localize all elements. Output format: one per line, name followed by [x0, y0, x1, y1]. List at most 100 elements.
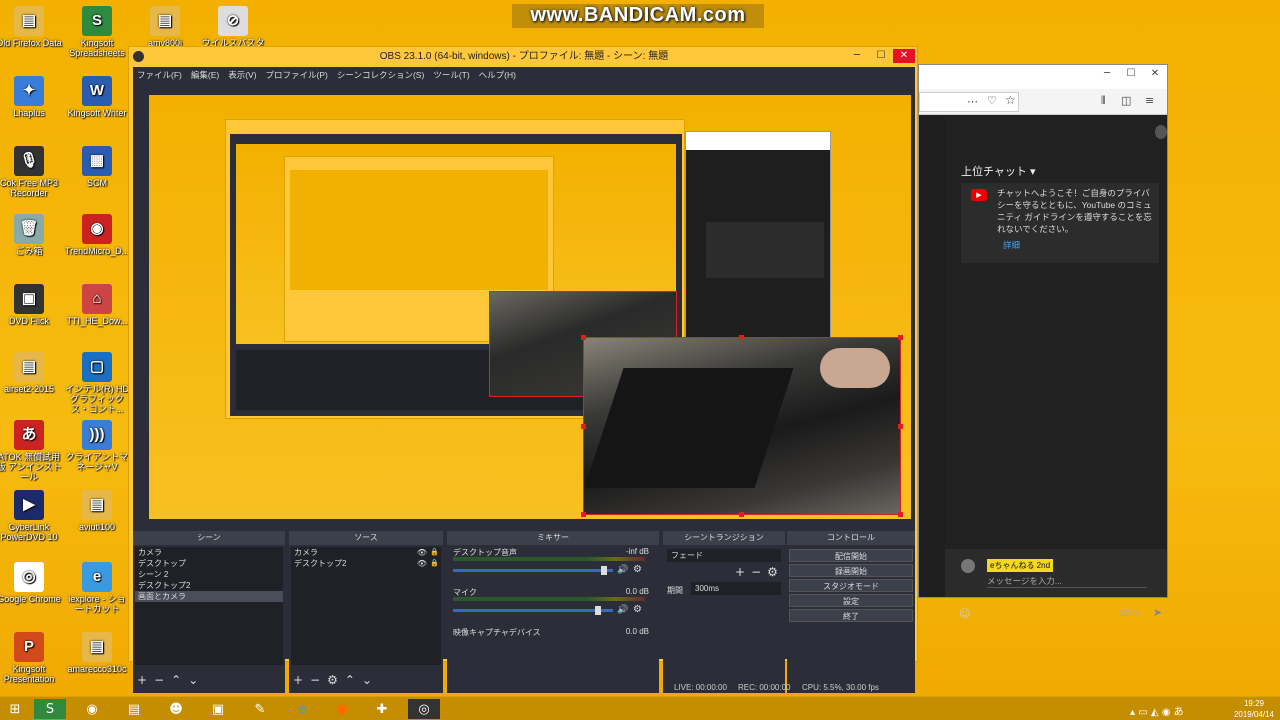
transitions-dock: シーントランジション フェード + − ⚙ 期間 300ms: [663, 531, 785, 693]
desktop-icon[interactable]: ◉ TrendMicro_D...: [64, 214, 130, 256]
gear-icon[interactable]: ⚙: [633, 604, 642, 615]
obs-icon[interactable]: ◎: [408, 699, 440, 719]
speaker-icon[interactable]: 🔊: [617, 565, 628, 575]
control-button[interactable]: スタジオモード: [789, 579, 913, 592]
menu-item[interactable]: 表示(V): [228, 69, 256, 81]
library-icon[interactable]: ⫴: [1101, 94, 1106, 108]
preview-canvas[interactable]: [149, 95, 911, 519]
scene-item[interactable]: シーン 2: [135, 569, 283, 580]
details-link[interactable]: 詳細: [997, 239, 1153, 251]
desktop-icon[interactable]: ▢ インテル(R) HD グラフィックス・コント...: [64, 352, 130, 414]
desktop-icon[interactable]: P Kingsoft Presentation: [0, 632, 62, 684]
sources-dock: ソース カメラ 👁 🔒 デスクトップ2 👁 🔒 + − ⚙ ⌃ ⌄: [289, 531, 443, 693]
folder-icon[interactable]: ▤: [118, 699, 150, 719]
tray-icons[interactable]: ▴ ▭ ◭ ◉ あ: [1130, 703, 1184, 718]
minimize-icon[interactable]: ─: [1095, 65, 1119, 83]
menu-item[interactable]: ファイル(F): [137, 69, 182, 81]
volume-slider[interactable]: [453, 566, 613, 575]
close-icon[interactable]: ✕: [1143, 65, 1167, 83]
desktop-icon[interactable]: ⌂ TTI_HE_Dow...: [64, 284, 130, 326]
message-input[interactable]: メッセージを入力...: [987, 575, 1147, 588]
control-button[interactable]: 終了: [789, 609, 913, 622]
bookmark-star-icon[interactable]: ☆: [1005, 93, 1016, 107]
rec-status: REC: 00:00:00: [738, 683, 791, 692]
emoji-icon[interactable]: ☺: [959, 607, 970, 620]
firefox-icon[interactable]: ●: [326, 699, 358, 719]
obs-window[interactable]: OBS 23.1.0 (64-bit, windows) - プロファイル: 無…: [128, 46, 918, 693]
menu-item[interactable]: ツール(T): [433, 69, 469, 81]
desktop-icon[interactable]: 🗑 ごみ箱: [0, 214, 62, 256]
maximize-icon[interactable]: ☐: [1119, 65, 1143, 83]
add-icon[interactable]: +: [735, 565, 745, 579]
desktop-icon[interactable]: ▣ DVD Flick: [0, 284, 62, 326]
speaker-icon[interactable]: 🔊: [617, 605, 628, 615]
volume-slider[interactable]: [453, 606, 613, 615]
spreadsheets-icon[interactable]: S: [34, 699, 66, 719]
start-button[interactable]: ⊞: [0, 699, 30, 719]
desktop-icon[interactable]: ✦ Lhaplus: [0, 76, 62, 118]
controls-header: コントロール: [787, 531, 915, 545]
control-button[interactable]: 録画開始: [789, 564, 913, 577]
desktop-icon-label: iexplore - ショートカット: [68, 594, 126, 614]
desktop-icon[interactable]: 🎙 Cok Free MP3 Recorder: [0, 146, 62, 198]
camera-source-selected[interactable]: [581, 335, 903, 517]
desktop-icon[interactable]: ▦ SCM: [64, 146, 130, 188]
desktop-icon[interactable]: ▤ Old Firefox Data: [0, 6, 62, 48]
desktop-icon[interactable]: ▶ CyberLink PowerDVD 10: [0, 490, 62, 542]
control-button[interactable]: 配信開始: [789, 549, 913, 562]
sources-list[interactable]: カメラ 👁 🔒 デスクトップ2 👁 🔒: [291, 547, 441, 665]
ie-icon[interactable]: e: [286, 699, 318, 719]
clock[interactable]: 19:29 2019/04/14: [1234, 698, 1274, 720]
gear-icon[interactable]: ⚙: [633, 564, 642, 575]
remove-icon[interactable]: −: [751, 565, 761, 579]
chat-mode-dropdown[interactable]: 上位チャット ▾: [961, 163, 1035, 179]
scene-item[interactable]: デスクトップ: [135, 558, 283, 569]
transition-select[interactable]: フェード: [667, 549, 781, 562]
desktop-icon[interactable]: ))) クライアントマネージャV: [64, 420, 130, 472]
browser-window[interactable]: ─ ☐ ✕ ⋯ ♡ ☆ ⫴ ◫ ≡ 上位チャット ▾ ▶ チャットへようこそ！ご…: [918, 64, 1168, 620]
send-icon[interactable]: ➤: [1153, 606, 1162, 619]
eye-icon[interactable]: 👁: [417, 547, 427, 558]
slider-handle[interactable]: [594, 606, 601, 615]
scenes-list[interactable]: カメラ デスクトップ シーン 2 デスクトップ2 画面とカメラ: [135, 547, 283, 665]
maximize-icon[interactable]: ☐: [869, 47, 893, 65]
desktop-icon[interactable]: あ ATOK 無償試用版 アンインストール: [0, 420, 62, 482]
scene-item[interactable]: 画面とカメラ: [135, 591, 283, 602]
close-icon[interactable]: ✕: [893, 49, 915, 63]
desktop-icon[interactable]: S Kingsoft Spreadsheets: [64, 6, 130, 58]
source-item[interactable]: デスクトップ2 👁 🔒: [291, 558, 441, 569]
cat-icon[interactable]: ☻: [160, 699, 192, 719]
gear-icon[interactable]: ⚙: [767, 565, 778, 579]
desktop-icon[interactable]: W Kingsoft Writer: [64, 76, 130, 118]
desktop-icon-label: CyberLink PowerDVD 10: [0, 522, 58, 542]
menu-item[interactable]: シーンコレクション(S): [337, 69, 424, 81]
source-item[interactable]: カメラ 👁 🔒: [291, 547, 441, 558]
desktop-icon[interactable]: ▤ airset2-2015: [0, 352, 62, 394]
settings-icon[interactable]: ✎: [244, 699, 276, 719]
desktop-icon[interactable]: ▤ aviutl100: [64, 490, 130, 532]
slider-handle[interactable]: [600, 566, 607, 575]
lock-icon[interactable]: 🔒: [430, 547, 439, 558]
puzzle-icon[interactable]: ✚: [366, 699, 398, 719]
desktop-icon[interactable]: ▤ amv800i: [132, 6, 198, 48]
network-icon[interactable]: ▣: [202, 699, 234, 719]
menu-item[interactable]: 編集(E): [191, 69, 219, 81]
more-icon[interactable]: ⋯: [967, 95, 978, 108]
clock-icon[interactable]: ◉: [76, 699, 108, 719]
menu-icon[interactable]: ≡: [1145, 94, 1154, 107]
sidebar-icon[interactable]: ◫: [1121, 94, 1131, 107]
lock-icon[interactable]: 🔒: [430, 558, 439, 569]
minimize-icon[interactable]: ─: [845, 47, 869, 65]
control-button[interactable]: 設定: [789, 594, 913, 607]
duration-input[interactable]: 300ms: [691, 582, 781, 595]
menu-item[interactable]: プロファイル(P): [266, 69, 328, 81]
scene-item[interactable]: デスクトップ2: [135, 580, 283, 591]
pocket-icon[interactable]: ♡: [987, 94, 997, 107]
desktop-icon[interactable]: ◎ Google Chrome: [0, 562, 62, 604]
desktop-icon[interactable]: e iexplore - ショートカット: [64, 562, 130, 614]
desktop-icon[interactable]: ▤ amarecco310c: [64, 632, 130, 674]
scene-item[interactable]: カメラ: [135, 547, 283, 558]
menu-item[interactable]: ヘルプ(H): [479, 69, 516, 81]
mixer-channel: 映像キャプチャデバイス 0.0 dB: [449, 627, 657, 665]
eye-icon[interactable]: 👁: [417, 558, 427, 569]
